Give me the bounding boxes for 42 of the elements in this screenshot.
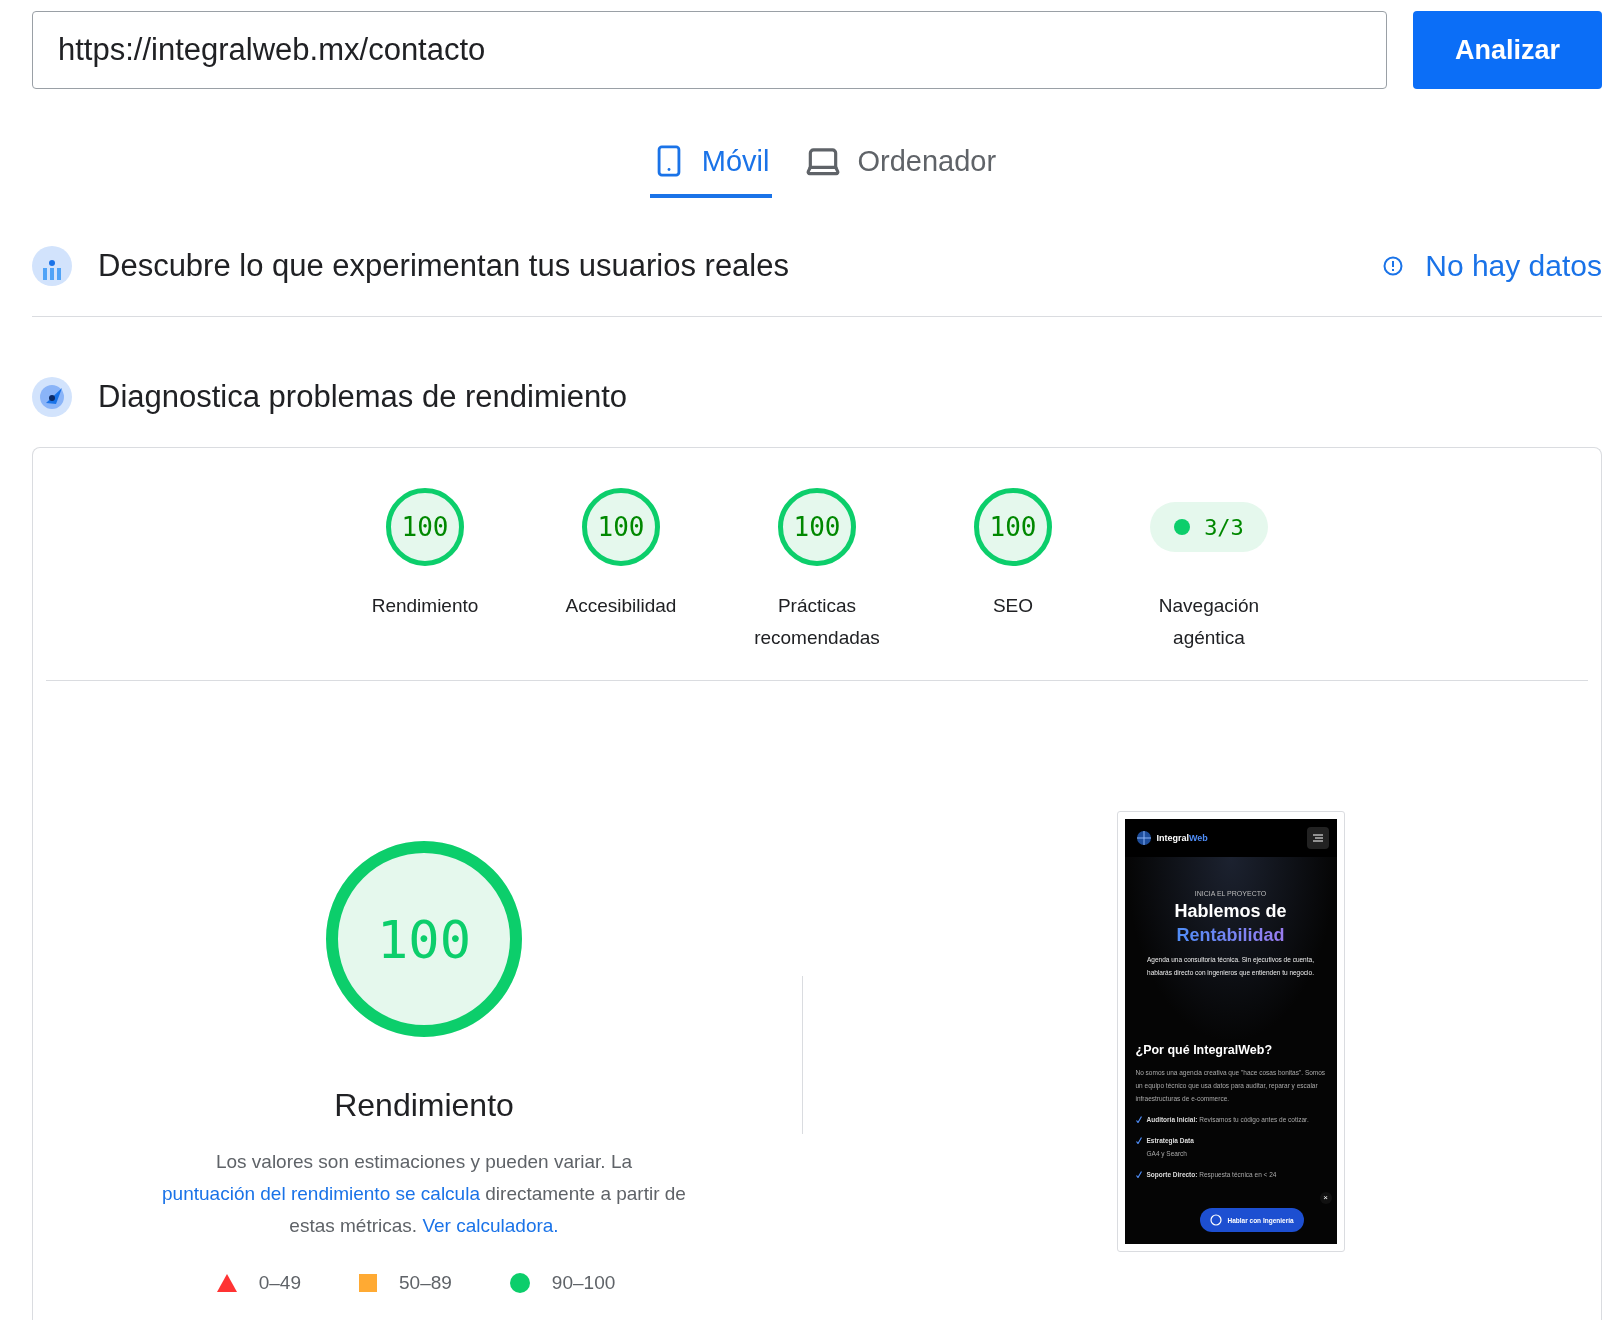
- compass-icon: [32, 377, 72, 417]
- check-icon: [1135, 1116, 1142, 1123]
- globe-icon: [1136, 831, 1151, 845]
- gauge-title: Rendimiento: [334, 1087, 514, 1124]
- category-label: Navegación agéntica: [1157, 594, 1261, 650]
- hero-heading: Hablemos de Rentabilidad: [1174, 900, 1287, 947]
- score-description: Los valores son estimaciones y pueden variar. La puntuación del rendimiento se calcula directamente a partir de estas métricas. Ver calculadora.: [161, 1150, 687, 1238]
- score-pill: 3/3: [1150, 502, 1268, 552]
- check-icon: [1135, 1137, 1142, 1144]
- check-icon: [1135, 1171, 1142, 1178]
- analyze-button[interactable]: Analizar: [1413, 11, 1602, 89]
- category-label: Rendimiento: [370, 594, 480, 618]
- device-tab[interactable]: Móvil: [649, 142, 772, 198]
- score-gauge: 100: [974, 488, 1052, 566]
- section-heading: ¿Por qué IntegralWeb?: [1135, 1043, 1274, 1057]
- legend-label: 90–100: [551, 1272, 616, 1294]
- legend-label: 50–89: [399, 1272, 452, 1294]
- section-title: Diagnostica problemas de rendimiento: [98, 379, 628, 415]
- info-icon: [1383, 256, 1404, 276]
- dot-icon: [1174, 519, 1191, 535]
- url-field[interactable]: https://integralweb.mx/contacto: [32, 11, 1387, 89]
- score-gauge: 100: [582, 488, 660, 566]
- close-button[interactable]: ×: [1319, 1192, 1332, 1204]
- brand-name: IntegralWeb: [1156, 833, 1209, 843]
- device-tab[interactable]: Ordenador: [801, 142, 999, 198]
- bar-chart-icon: [32, 246, 72, 286]
- score-gauge: 100: [778, 488, 856, 566]
- score-gauge: 100: [386, 488, 464, 566]
- description-link[interactable]: puntuación del rendimiento se calcula: [162, 1183, 480, 1204]
- category-label: Prácticas recomendadas: [753, 594, 881, 650]
- description-link[interactable]: Ver calculadora.: [422, 1215, 559, 1236]
- category-label: Accesibilidad: [564, 594, 678, 618]
- score-gauge: 100: [326, 841, 522, 1037]
- triangle-icon: [216, 1274, 237, 1292]
- no-data-link[interactable]: No hay datos: [1383, 249, 1602, 283]
- chat-icon: [1209, 1214, 1222, 1226]
- legend-label: 0–49: [258, 1272, 301, 1294]
- category-label: SEO: [991, 594, 1035, 618]
- section-title: Descubre lo que experimentan tus usuarios reales: [98, 248, 790, 284]
- menu-icon[interactable]: [1306, 827, 1329, 849]
- square-icon: [359, 1274, 377, 1292]
- circle-icon: [509, 1273, 530, 1293]
